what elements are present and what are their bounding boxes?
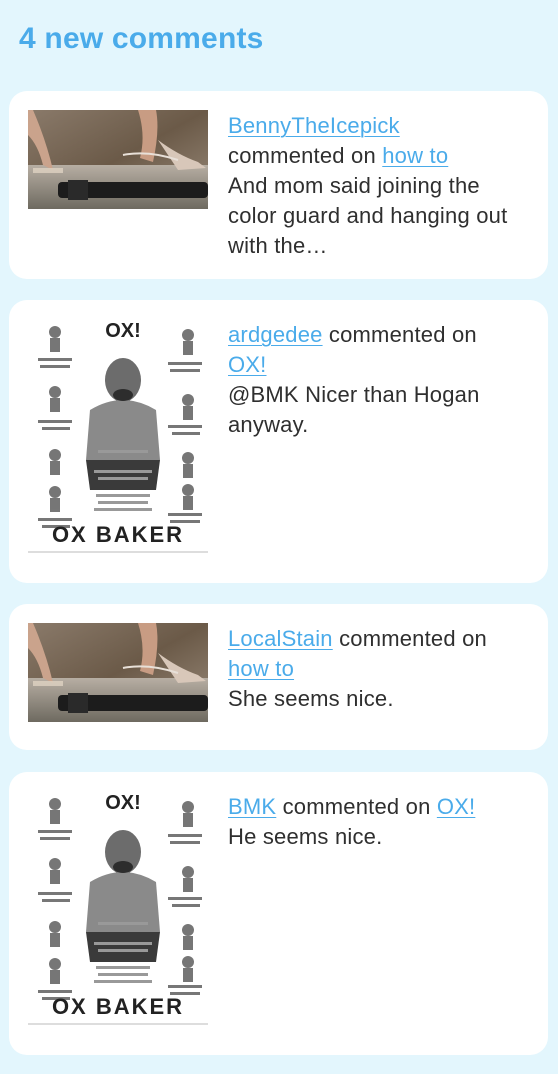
post-thumbnail[interactable] — [28, 110, 208, 209]
heels-on-gun-thumbnail — [28, 110, 208, 209]
post-thumbnail[interactable]: OX! OX BAKER — [28, 320, 208, 554]
comment-verb: commented on — [328, 322, 477, 347]
ox-baker-poster-thumbnail: OX! OX BAKER — [28, 792, 208, 1026]
comment-card[interactable]: LocalStain commented on how to She seems… — [9, 604, 548, 750]
comment-post-link[interactable]: how to — [382, 143, 448, 168]
comment-post-link[interactable]: OX! — [437, 794, 476, 819]
post-thumbnail[interactable]: OX! OX BAKER — [28, 792, 208, 1026]
comment-author-link[interactable]: LocalStain — [228, 626, 333, 651]
comment-post-link[interactable]: how to — [228, 656, 294, 681]
comment-body: He seems nice. — [228, 824, 383, 849]
comment-text: BMK commented on OX! He seems nice. — [228, 792, 528, 852]
comment-body: @BMK Nicer than Hogan anyway. — [228, 382, 480, 437]
poster-footer: OX BAKER — [52, 522, 184, 547]
heels-on-gun-thumbnail — [28, 623, 208, 722]
comment-author-link[interactable]: ardgedee — [228, 322, 323, 347]
comment-verb: commented on — [228, 143, 376, 168]
comment-card[interactable]: OX! OX BAKER ardgedee commented on OX! @… — [9, 300, 548, 583]
comment-card[interactable]: BennyTheIcepick commented on how to And … — [9, 91, 548, 279]
poster-title: OX! — [105, 320, 141, 342]
comment-verb: commented on — [282, 794, 431, 819]
comment-text: BennyTheIcepick commented on how to And … — [228, 111, 528, 261]
comment-author-link[interactable]: BMK — [228, 794, 276, 819]
comment-text: LocalStain commented on how to She seems… — [228, 624, 528, 714]
comment-verb: commented on — [339, 626, 487, 651]
post-thumbnail[interactable] — [28, 623, 208, 722]
comment-body: She seems nice. — [228, 686, 394, 711]
ox-baker-poster-thumbnail: OX! OX BAKER — [28, 320, 208, 554]
poster-title: OX! — [105, 792, 141, 814]
comment-author-link[interactable]: BennyTheIcepick — [228, 113, 400, 138]
comment-text: ardgedee commented on OX! @BMK Nicer tha… — [228, 320, 528, 440]
page-title: 4 new comments — [19, 22, 264, 55]
comment-post-link[interactable]: OX! — [228, 352, 267, 377]
comment-card[interactable]: OX! OX BAKER BMK commented on OX! He see… — [9, 772, 548, 1055]
poster-footer: OX BAKER — [52, 994, 184, 1019]
comment-body: And mom said joining the color guard and… — [228, 173, 508, 258]
